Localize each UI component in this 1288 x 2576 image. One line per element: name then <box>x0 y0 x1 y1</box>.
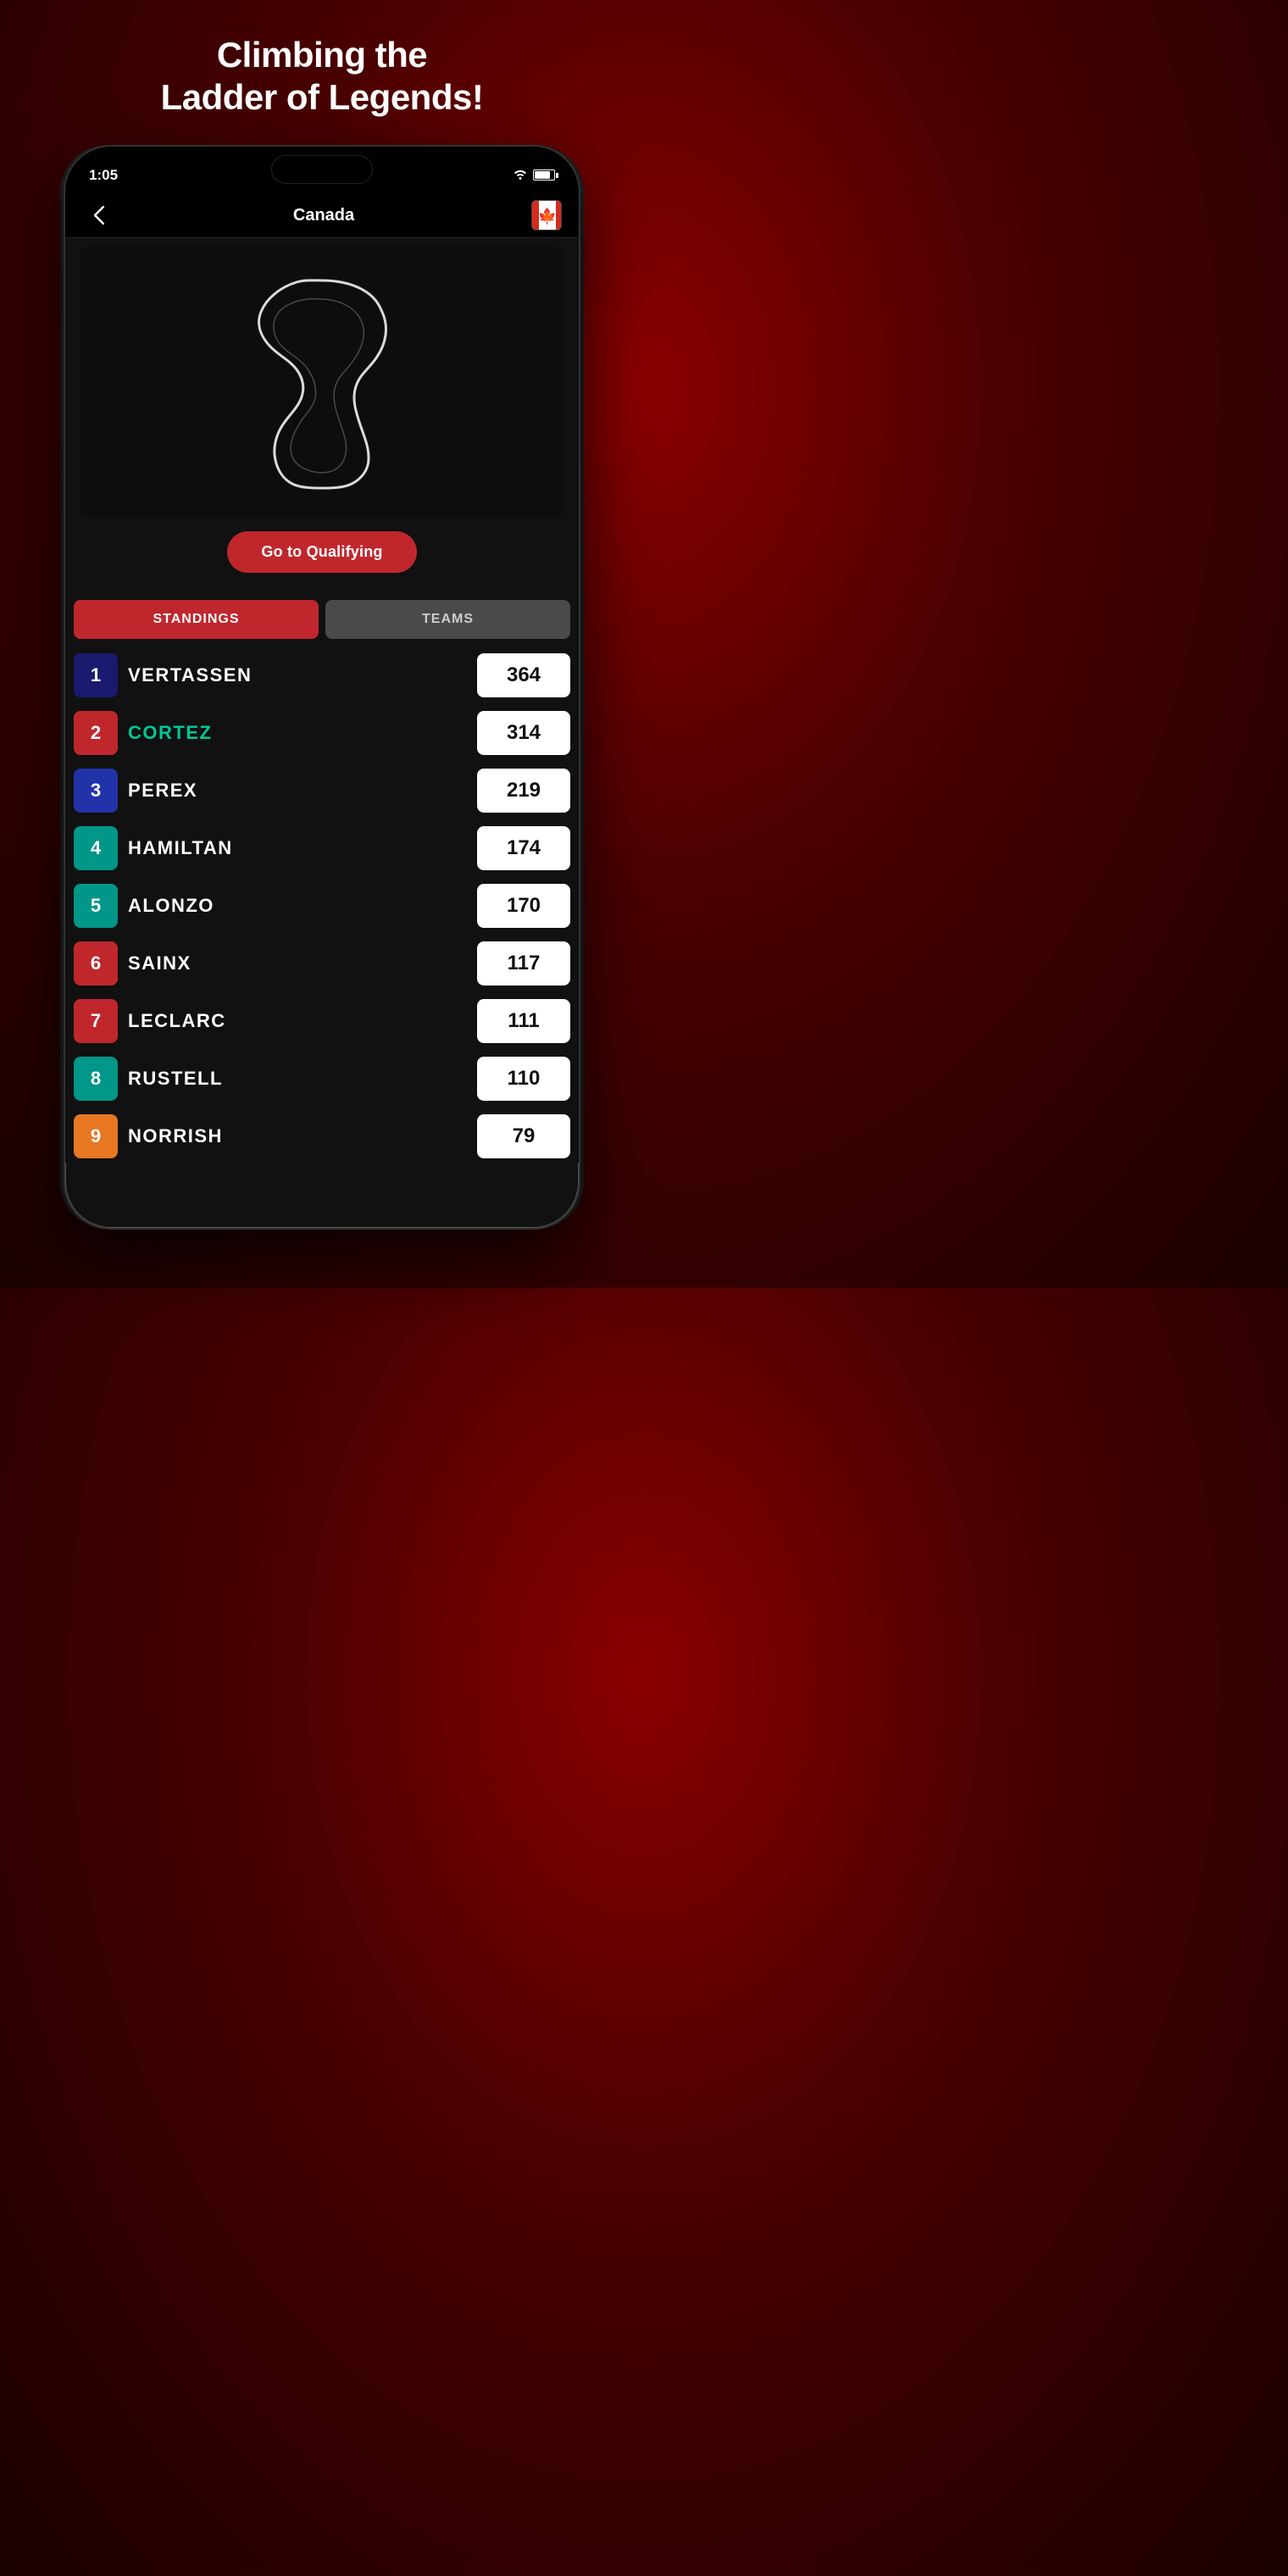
position-badge: 7 <box>74 999 118 1043</box>
driver-name: PEREX <box>128 780 467 802</box>
table-row: 4 HAMILTAN 174 <box>74 822 570 874</box>
driver-name: HAMILTAN <box>128 837 467 859</box>
nav-title: Canada <box>293 206 354 225</box>
page-title: Climbing the Ladder of Legends! <box>161 34 484 119</box>
driver-name: NORRISH <box>128 1125 467 1147</box>
standings-list: 1 VERTASSEN 364 2 CORTEZ 314 3 PEREX 219 4 HAMILTA… <box>65 649 579 1163</box>
points-badge: 79 <box>477 1114 570 1158</box>
table-row: 7 LECLARC 111 <box>74 995 570 1047</box>
driver-name: LECLARC <box>128 1010 467 1032</box>
table-row: 8 RUSTELL 110 <box>74 1052 570 1105</box>
driver-name: RUSTELL <box>128 1068 467 1090</box>
points-badge: 110 <box>477 1057 570 1101</box>
table-row: 5 ALONZO 170 <box>74 880 570 932</box>
driver-name: VERTASSEN <box>128 664 467 686</box>
wifi-icon <box>513 168 528 182</box>
points-badge: 314 <box>477 711 570 755</box>
position-badge: 9 <box>74 1114 118 1158</box>
battery-icon <box>533 169 555 180</box>
position-badge: 2 <box>74 711 118 755</box>
back-button[interactable] <box>82 198 116 232</box>
position-badge: 3 <box>74 769 118 813</box>
canada-flag: 🍁 <box>531 200 562 230</box>
driver-name: CORTEZ <box>128 722 467 744</box>
driver-name: SAINX <box>128 952 467 974</box>
driver-name: ALONZO <box>128 895 467 917</box>
position-badge: 8 <box>74 1057 118 1101</box>
phone-frame: 1:05 Canada 🍁 <box>64 145 580 1230</box>
tab-teams[interactable]: TEAMS <box>325 600 570 639</box>
status-bar: 1:05 <box>65 147 579 194</box>
table-row: 6 SAINX 117 <box>74 937 570 990</box>
points-badge: 170 <box>477 884 570 928</box>
points-badge: 117 <box>477 941 570 985</box>
table-row: 3 PEREX 219 <box>74 764 570 817</box>
nav-bar: Canada 🍁 <box>65 194 579 238</box>
points-badge: 174 <box>477 826 570 870</box>
points-badge: 364 <box>477 653 570 697</box>
tabs-container: STANDINGS TEAMS <box>65 590 579 649</box>
position-badge: 5 <box>74 884 118 928</box>
position-badge: 1 <box>74 653 118 697</box>
position-badge: 6 <box>74 941 118 985</box>
dynamic-island <box>271 155 373 184</box>
status-icons <box>513 168 555 182</box>
track-map <box>212 264 432 501</box>
position-badge: 4 <box>74 826 118 870</box>
table-row: 2 CORTEZ 314 <box>74 707 570 759</box>
status-time: 1:05 <box>89 167 118 184</box>
maple-leaf-icon: 🍁 <box>538 208 557 225</box>
points-badge: 219 <box>477 769 570 813</box>
track-map-container <box>80 247 564 518</box>
table-row: 9 NORRISH 79 <box>74 1110 570 1163</box>
tab-standings[interactable]: STANDINGS <box>74 600 319 639</box>
table-row: 1 VERTASSEN 364 <box>74 649 570 702</box>
qualifying-button[interactable]: Go to Qualifying <box>227 531 416 573</box>
points-badge: 111 <box>477 999 570 1043</box>
track-area: Go to Qualifying <box>65 238 579 590</box>
